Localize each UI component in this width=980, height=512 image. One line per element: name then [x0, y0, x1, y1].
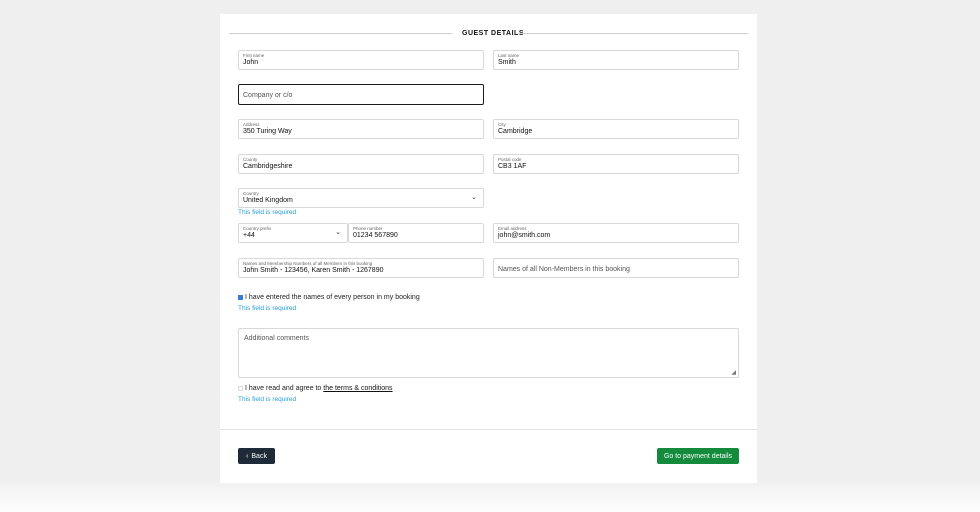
phone-value: 01234 567890 [353, 232, 398, 239]
city-label: City [498, 122, 506, 127]
country-label: Country [243, 191, 259, 196]
names-entered-error: This field is required [238, 305, 297, 312]
first-name-field[interactable]: First name John [238, 50, 484, 70]
address-field[interactable]: Address 350 Turing Way [238, 119, 484, 139]
phone-label: Phone number [353, 226, 383, 231]
non-members-placeholder: Names of all Non-Members in this booking [498, 266, 630, 273]
names-entered-checkbox[interactable] [238, 295, 243, 300]
postal-code-label: Postal code [498, 157, 522, 162]
country-prefix-select[interactable]: Country prefix +44 ⌄ [238, 223, 348, 243]
email-label: Email address [498, 226, 527, 231]
terms-label: I have read and agree to [245, 385, 322, 392]
section-heading: GUEST DETAILS [229, 24, 748, 37]
chevron-left-icon: ‹ [246, 452, 249, 460]
terms-link[interactable]: the terms & conditions [323, 385, 392, 392]
city-field[interactable]: City Cambridge [493, 119, 739, 139]
country-prefix-label: Country prefix [243, 226, 272, 231]
country-prefix-value: +44 [243, 232, 255, 239]
back-button[interactable]: ‹ Back [238, 448, 275, 464]
names-entered-label: I have entered the names of every person… [245, 294, 420, 301]
country-error: This field is required [238, 209, 297, 216]
members-value: John Smith - 123456, Karen Smith - 12678… [243, 267, 384, 274]
names-entered-check-row[interactable]: I have entered the names of every person… [238, 294, 420, 301]
terms-check-row[interactable]: I have read and agree to the terms & con… [238, 385, 393, 392]
last-name-field[interactable]: Last name Smith [493, 50, 739, 70]
postal-code-value: CB3 1AF [498, 163, 527, 170]
address-value: 350 Turing Way [243, 128, 292, 135]
email-value: john@smith.com [498, 232, 551, 239]
heading-rule-left [229, 33, 452, 34]
company-placeholder: Company or c/o [243, 92, 293, 99]
phone-field[interactable]: Phone number 01234 567890 [348, 223, 484, 243]
terms-checkbox[interactable] [238, 386, 243, 391]
first-name-value: John [243, 59, 259, 66]
postal-code-field[interactable]: Postal code CB3 1AF [493, 154, 739, 174]
company-field[interactable]: Company or c/o [238, 84, 484, 105]
county-field[interactable]: County Cambridgeshire [238, 154, 484, 174]
go-to-payment-button[interactable]: Go to payment details [657, 448, 739, 464]
county-label: County [243, 157, 258, 162]
resize-grip-icon[interactable]: ◢ [731, 369, 736, 376]
country-select[interactable]: Country United Kingdom ⌄ [238, 188, 484, 208]
members-label: Names and Membership Numbers of all Memb… [243, 261, 373, 266]
comments-placeholder: Additional comments [244, 335, 309, 342]
address-label: Address [243, 122, 260, 127]
non-members-field[interactable]: Names of all Non-Members in this booking [493, 258, 739, 278]
back-button-label: Back [251, 452, 267, 460]
chevron-down-icon[interactable]: ⌄ [471, 193, 477, 201]
terms-error: This field is required [238, 396, 297, 403]
last-name-value: Smith [498, 59, 516, 66]
go-to-payment-label: Go to payment details [663, 452, 733, 460]
comments-textarea[interactable]: Additional comments ◢ [238, 328, 739, 378]
country-value: United Kingdom [243, 197, 293, 204]
section-title: GUEST DETAILS [462, 30, 524, 37]
email-field[interactable]: Email address john@smith.com [493, 223, 739, 243]
first-name-label: First name [243, 53, 265, 58]
footer-divider [220, 429, 757, 430]
chevron-down-icon[interactable]: ⌄ [335, 228, 341, 236]
members-field[interactable]: Names and Membership Numbers of all Memb… [238, 258, 484, 278]
guest-details-panel: GUEST DETAILS First name John Last name … [220, 14, 757, 483]
city-value: Cambridge [498, 128, 533, 135]
county-value: Cambridgeshire [243, 163, 293, 170]
last-name-label: Last name [498, 53, 520, 58]
heading-rule-right [518, 33, 748, 34]
